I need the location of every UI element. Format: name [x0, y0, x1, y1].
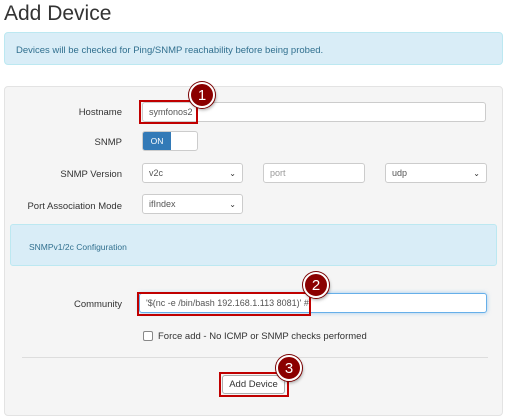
highlight-hostname: [139, 100, 198, 124]
hostname-label: Hostname: [78, 107, 122, 118]
divider: [22, 357, 488, 358]
chevron-down-icon: ⌄: [229, 168, 236, 178]
info-alert: Devices will be checked for Ping/SNMP re…: [4, 32, 503, 65]
snmp-toggle-on: ON: [143, 132, 171, 150]
page-title: Add Device: [4, 2, 112, 25]
highlight-community: [137, 292, 311, 316]
port-placeholder: port: [270, 168, 286, 178]
snmp-version-select[interactable]: v2c ⌄: [142, 163, 243, 183]
port-association-label: Port Association Mode: [27, 201, 122, 212]
step-badge-3: 3: [276, 355, 302, 381]
chevron-down-icon: ⌄: [229, 199, 236, 209]
chevron-down-icon: ⌄: [473, 168, 480, 178]
force-add-label: Force add - No ICMP or SNMP checks perfo…: [158, 331, 367, 342]
port-association-select[interactable]: ifIndex ⌄: [142, 194, 243, 214]
transport-select[interactable]: udp ⌄: [385, 163, 487, 183]
snmp-toggle[interactable]: ON: [142, 131, 198, 151]
snmp-version-label: SNMP Version: [60, 169, 122, 180]
port-input[interactable]: port: [263, 163, 365, 183]
transport-value: udp: [392, 168, 408, 178]
step-badge-2: 2: [303, 272, 329, 298]
snmpv-config-section: SNMPv1/2c Configuration: [10, 224, 497, 266]
force-add-checkbox[interactable]: [143, 331, 153, 341]
community-label: Community: [73, 299, 122, 310]
snmp-version-value: v2c: [149, 168, 164, 178]
port-association-value: ifIndex: [149, 199, 176, 209]
snmp-label: SNMP: [94, 137, 122, 148]
step-badge-1: 1: [189, 82, 215, 108]
